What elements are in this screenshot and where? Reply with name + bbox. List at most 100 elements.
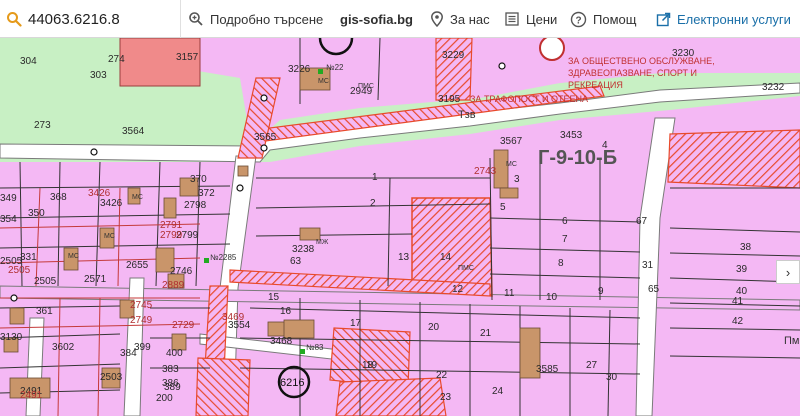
svg-text:41: 41 bbox=[732, 296, 744, 307]
hatched-bottom-left bbox=[195, 357, 251, 416]
search-input[interactable] bbox=[26, 9, 170, 29]
svg-text:372: 372 bbox=[198, 188, 215, 199]
eservices-link[interactable]: Електронни услуги bbox=[656, 0, 791, 38]
hatched-top-center bbox=[435, 38, 473, 101]
svg-text:ПМС: ПМС bbox=[458, 265, 474, 272]
tzv-label: Тзв bbox=[458, 109, 476, 121]
svg-text:350: 350 bbox=[28, 208, 45, 219]
hatched-bottom bbox=[329, 327, 411, 389]
svg-text:22: 22 bbox=[436, 370, 448, 381]
svg-text:3602: 3602 bbox=[52, 342, 75, 353]
svg-text:274: 274 bbox=[108, 54, 125, 65]
public-label-line-2: ЗДРАВЕОПАЗВАНЕ, СПОРТ И bbox=[568, 68, 697, 78]
svg-text:7: 7 bbox=[562, 234, 568, 245]
svg-text:2749: 2749 bbox=[130, 315, 153, 326]
svg-text:303: 303 bbox=[90, 70, 107, 81]
svg-text:21: 21 bbox=[480, 328, 492, 339]
top-bar: Подробно търсене gis-sofia.bg За нас Цен… bbox=[0, 0, 800, 38]
eservices-label: Електронни услуги bbox=[677, 11, 791, 27]
external-link-icon bbox=[656, 12, 671, 26]
svg-text:?: ? bbox=[575, 15, 581, 26]
detailed-search-link[interactable]: Подробно търсене bbox=[188, 0, 323, 38]
magnifier-icon bbox=[7, 12, 22, 27]
plot-label-3: №83 bbox=[306, 343, 324, 352]
svg-text:2505: 2505 bbox=[34, 276, 57, 287]
svg-text:9: 9 bbox=[598, 286, 604, 297]
svg-text:МС: МС bbox=[68, 253, 79, 260]
svg-text:3: 3 bbox=[514, 174, 520, 185]
svg-text:МС: МС bbox=[132, 194, 143, 201]
svg-text:67: 67 bbox=[636, 216, 648, 227]
svg-text:370: 370 bbox=[190, 174, 207, 185]
svg-text:354: 354 bbox=[0, 214, 17, 225]
price-list-icon bbox=[505, 12, 519, 26]
svg-text:383: 383 bbox=[162, 364, 179, 375]
svg-text:МС: МС bbox=[318, 78, 329, 85]
svg-text:3130: 3130 bbox=[0, 332, 23, 343]
search-box[interactable] bbox=[0, 0, 181, 38]
svg-text:6: 6 bbox=[562, 216, 568, 227]
svg-text:2743: 2743 bbox=[474, 166, 497, 177]
svg-text:11: 11 bbox=[504, 288, 515, 299]
svg-text:12: 12 bbox=[452, 284, 464, 295]
svg-text:МЖ: МЖ bbox=[316, 239, 329, 246]
svg-text:2798: 2798 bbox=[184, 200, 207, 211]
prices-link[interactable]: Цени bbox=[504, 0, 557, 38]
plot-label-2: №22 bbox=[326, 63, 344, 72]
svg-text:3564: 3564 bbox=[122, 126, 145, 137]
svg-text:273: 273 bbox=[34, 120, 51, 131]
svg-text:2729: 2729 bbox=[172, 320, 195, 331]
svg-text:386: 386 bbox=[162, 378, 179, 389]
plot-label-1: №2285 bbox=[210, 253, 237, 262]
pm-label: Пм bbox=[784, 335, 799, 347]
public-label-line-3: РЕКРЕАЦИЯ bbox=[568, 80, 623, 90]
svg-text:2491: 2491 bbox=[20, 390, 43, 401]
svg-text:5: 5 bbox=[500, 202, 506, 213]
svg-text:3157: 3157 bbox=[176, 52, 199, 63]
svg-text:1: 1 bbox=[372, 172, 378, 183]
svg-text:3232: 3232 bbox=[762, 82, 785, 93]
svg-text:2746: 2746 bbox=[170, 266, 193, 277]
map-view[interactable]: 304 303 274 273 3564 3157 3226 2949 3229… bbox=[0, 38, 800, 416]
svg-text:27: 27 bbox=[586, 360, 598, 371]
cadastral-map[interactable]: 304 303 274 273 3564 3157 3226 2949 3229… bbox=[0, 38, 800, 416]
svg-text:2571: 2571 bbox=[84, 274, 107, 285]
svg-text:3426: 3426 bbox=[88, 188, 111, 199]
svg-text:23: 23 bbox=[440, 392, 452, 403]
svg-text:19: 19 bbox=[366, 360, 378, 371]
help-link[interactable]: ? Помощ bbox=[570, 0, 636, 38]
svg-text:17: 17 bbox=[350, 318, 362, 329]
svg-text:31: 31 bbox=[642, 260, 654, 271]
help-label: Помощ bbox=[593, 11, 637, 27]
svg-text:3226: 3226 bbox=[288, 64, 311, 75]
svg-text:38: 38 bbox=[740, 242, 752, 253]
about-link[interactable]: За нас bbox=[430, 0, 490, 38]
svg-text:3468: 3468 bbox=[270, 336, 293, 347]
svg-text:361: 361 bbox=[36, 306, 53, 317]
svg-text:400: 400 bbox=[166, 348, 183, 359]
svg-text:3585: 3585 bbox=[536, 364, 559, 375]
svg-text:3229: 3229 bbox=[442, 50, 465, 61]
zoom-in-icon bbox=[189, 12, 203, 26]
svg-text:16: 16 bbox=[280, 306, 292, 317]
svg-text:65: 65 bbox=[648, 284, 660, 295]
svg-text:3567: 3567 bbox=[500, 136, 523, 147]
public-label-line-1: ЗА ОБЩЕСТВЕНО ОБСЛУЖВАНЕ, bbox=[568, 56, 715, 66]
marker-circle-red bbox=[539, 38, 565, 61]
prices-label: Цени bbox=[526, 11, 558, 27]
svg-text:30: 30 bbox=[606, 372, 618, 383]
svg-text:3426: 3426 bbox=[100, 198, 123, 209]
svg-text:2889: 2889 bbox=[162, 280, 185, 291]
svg-text:399: 399 bbox=[134, 342, 151, 353]
svg-text:2: 2 bbox=[370, 198, 376, 209]
svg-text:63: 63 bbox=[290, 256, 302, 267]
svg-text:304: 304 bbox=[20, 56, 37, 67]
svg-text:8: 8 bbox=[558, 258, 564, 269]
svg-text:24: 24 bbox=[492, 386, 504, 397]
detailed-search-label: Подробно търсене bbox=[210, 11, 324, 27]
brand-link[interactable]: gis-sofia.bg bbox=[340, 0, 413, 38]
svg-text:3565: 3565 bbox=[254, 132, 277, 143]
scroll-right-button[interactable]: › bbox=[776, 260, 800, 284]
brand-label: gis-sofia.bg bbox=[340, 11, 413, 27]
help-circle-icon: ? bbox=[570, 11, 587, 27]
